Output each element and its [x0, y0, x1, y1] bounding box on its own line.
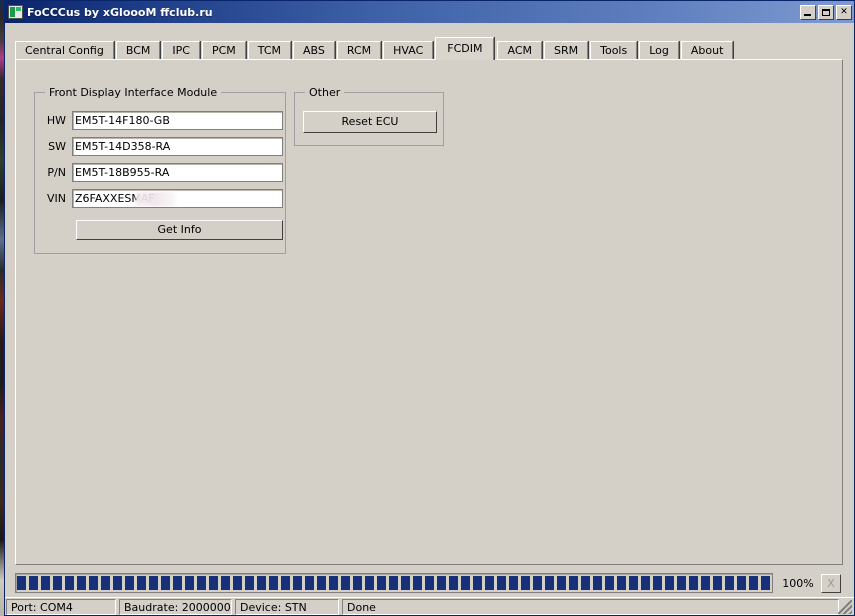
input-pn[interactable]: EM5T-18B955-RA — [72, 162, 283, 182]
progress-bar — [15, 573, 773, 593]
label-hw: HW — [46, 113, 66, 127]
window-title: FoCCCus by xGloooM ffclub.ru — [27, 5, 213, 19]
tab-rcm[interactable]: RCM — [336, 41, 382, 60]
progress-row: 100% X — [15, 572, 845, 594]
input-sw[interactable]: EM5T-14D358-RA — [72, 136, 283, 156]
tab-srm[interactable]: SRM — [544, 41, 589, 60]
status-cell-status: Done — [342, 598, 839, 615]
input-hw[interactable]: EM5T-14F180-GB — [72, 110, 283, 130]
tab-strip: Central Config BCM IPC PCM TCM ABS RCM H… — [15, 36, 845, 60]
field-row-pn: P/N EM5T-18B955-RA — [39, 162, 283, 182]
tab-page-fcdim: Front Display Interface Module HW EM5T-1… — [15, 59, 843, 565]
group-other: Other Reset ECU — [294, 86, 444, 146]
status-cell-baudrate: Baudrate: 2000000 — [119, 598, 232, 615]
field-row-sw: SW EM5T-14D358-RA — [39, 136, 283, 156]
input-vin[interactable]: Z6FAXXESMAF — [72, 188, 283, 208]
tab-acm[interactable]: ACM — [497, 41, 542, 60]
status-cell-port: Port: COM4 — [6, 598, 116, 615]
tab-hvac[interactable]: HVAC — [383, 41, 434, 60]
resize-grip[interactable] — [838, 600, 852, 614]
reset-ecu-button[interactable]: Reset ECU — [303, 111, 437, 133]
application-window: FoCCCus by xGloooM ffclub.ru ✕ Central C… — [4, 0, 855, 616]
field-row-vin: VIN Z6FAXXESMAF — [39, 188, 283, 208]
tab-central-config[interactable]: Central Config — [15, 41, 114, 60]
app-window-icon — [8, 5, 23, 19]
progress-percent-label: 100% — [782, 576, 814, 590]
label-sw: SW — [48, 139, 66, 153]
cancel-progress-button[interactable]: X — [821, 573, 841, 593]
tab-bcm[interactable]: BCM — [115, 41, 161, 60]
client-area: Central Config BCM IPC PCM TCM ABS RCM H… — [5, 23, 854, 615]
tab-log[interactable]: Log — [639, 41, 679, 60]
tab-fcdim[interactable]: FCDIM — [435, 37, 495, 60]
field-row-hw: HW EM5T-14F180-GB — [39, 110, 283, 130]
label-vin: VIN — [47, 191, 66, 205]
minimize-button[interactable] — [800, 4, 816, 20]
tab-tools[interactable]: Tools — [590, 41, 638, 60]
status-cell-device: Device: STN — [235, 598, 339, 615]
group-title-fdim: Front Display Interface Module — [45, 86, 222, 99]
status-bar: Port: COM4 Baudrate: 2000000 Device: STN… — [5, 597, 854, 615]
group-front-display-interface-module: Front Display Interface Module HW EM5T-1… — [34, 86, 286, 254]
maximize-button[interactable] — [818, 4, 834, 20]
title-bar: FoCCCus by xGloooM ffclub.ru ✕ — [5, 1, 854, 23]
close-button[interactable]: ✕ — [836, 4, 852, 20]
tab-abs[interactable]: ABS — [293, 41, 335, 60]
group-title-other: Other — [305, 86, 345, 99]
tab-about[interactable]: About — [680, 41, 734, 60]
get-info-button[interactable]: Get Info — [76, 220, 283, 240]
progress-bar-fill — [17, 576, 771, 590]
tab-ipc[interactable]: IPC — [162, 41, 200, 60]
label-pn: P/N — [47, 165, 66, 179]
input-vin-text: Z6FAXXESMAF — [75, 191, 155, 205]
tab-tcm[interactable]: TCM — [247, 41, 291, 60]
tab-pcm[interactable]: PCM — [201, 41, 246, 60]
